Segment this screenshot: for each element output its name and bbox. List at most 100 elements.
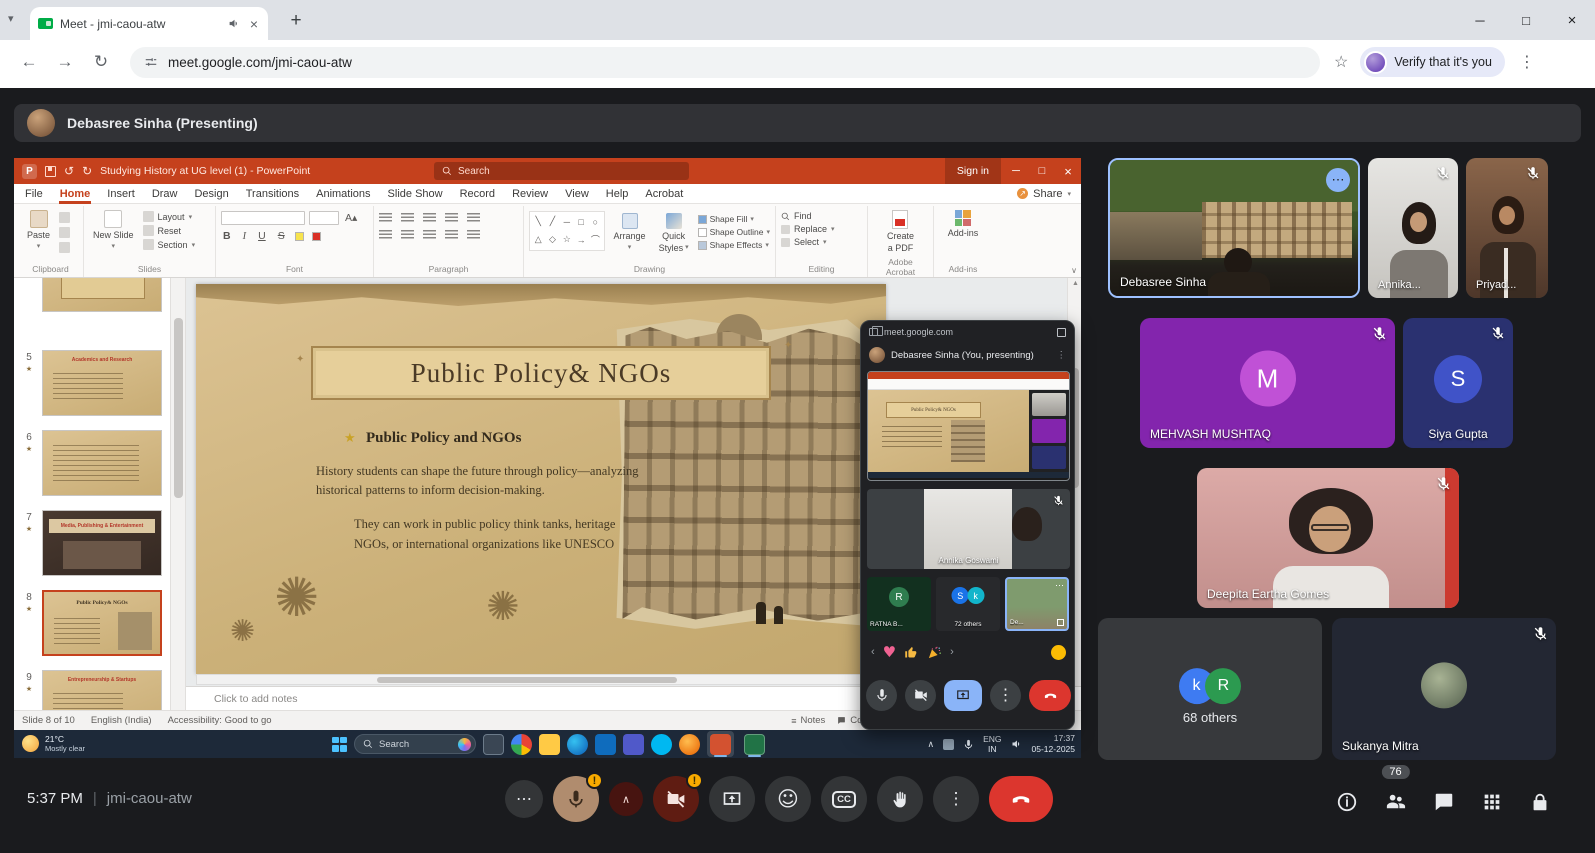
pip-main-tile[interactable]: Annika Goswami [867,489,1070,569]
reactions-prev-icon[interactable]: ‹ [871,646,875,658]
section-button[interactable]: Section▾ [143,239,196,250]
reset-button[interactable]: Reset [143,225,196,236]
font-size-combo[interactable] [309,211,339,225]
bookmark-star-icon[interactable]: ☆ [1334,52,1348,72]
tile-annika[interactable]: Annika... [1368,158,1458,298]
present-button[interactable] [709,776,755,822]
activities-button[interactable] [1481,791,1503,813]
pip-present-button[interactable] [944,680,982,711]
taskbar-app-edge-icon[interactable] [567,734,588,755]
pip-mic-button[interactable] [866,680,897,711]
pip-tile-ratna[interactable]: R RATNA B... [867,577,931,631]
pip-more-button[interactable]: ⋮ [990,680,1021,711]
align-left-icon[interactable] [379,230,392,240]
tab-audio-icon[interactable] [228,17,241,30]
menu-help[interactable]: Help [605,186,630,202]
tile-menu-icon[interactable]: ⋯ [1326,168,1350,192]
menu-draw[interactable]: Draw [151,186,179,202]
new-slide-button[interactable]: New Slide▾ [89,208,138,252]
pip-tile-self-view[interactable]: ⋯ De... [1005,577,1069,631]
font-color-icon[interactable] [312,232,321,241]
captions-button[interactable]: CC [821,776,867,822]
taskbar-app-chrome-icon[interactable] [511,734,532,755]
thumbs-up-reaction-icon[interactable] [904,645,919,660]
format-painter-icon[interactable] [59,242,70,253]
tray-volume-icon[interactable] [1011,738,1023,750]
people-button[interactable]: 76 [1384,790,1407,813]
shape-fill-button[interactable]: Shape Fill▾ [698,214,770,224]
audio-settings-chevron[interactable]: ∧ [609,782,643,816]
powerpoint-app-icon[interactable]: P [22,164,37,179]
taskbar-search[interactable]: Search [354,734,476,754]
tile-sukanya[interactable]: Sukanya Mitra [1332,618,1556,760]
menu-insert[interactable]: Insert [106,186,136,202]
ppt-maximize-button[interactable]: □ [1029,158,1055,184]
taskbar-weather[interactable]: 21°C Mostly clear [14,735,93,753]
new-tab-button[interactable]: + [282,8,310,36]
host-controls-button[interactable] [1529,791,1551,813]
pip-popout-icon[interactable] [1057,328,1066,337]
tile-mehvash[interactable]: M MEHVASH MUSHTAQ [1140,318,1395,448]
shared-screen-powerpoint[interactable]: P ↺↻ Studying History at UG level (1) - … [14,158,1081,758]
align-center-icon[interactable] [401,230,414,240]
reactions-button[interactable]: ☺ [765,776,811,822]
slide-thumbnail-7[interactable]: 7★ Media, Publishing & Entertainment [20,510,162,576]
start-button[interactable] [332,737,347,752]
pip-screenshare-thumbnail[interactable]: Public Policy& NGOs [867,371,1070,481]
pip-end-call-button[interactable] [1029,680,1071,711]
slide-thumbnail-5[interactable]: 5★ Academics and Research [20,350,162,416]
slide-thumbnail-8-selected[interactable]: 8★ Public Policy& NGOs [20,590,162,656]
copilot-icon[interactable] [458,738,471,751]
tray-clock[interactable]: 17:3705-12-2025 [1032,733,1075,754]
more-controls-button[interactable]: ⋯ [505,780,543,818]
highlight-color-icon[interactable] [295,232,304,241]
menu-slideshow[interactable]: Slide Show [387,186,444,202]
profile-chip[interactable]: Verify that it's you [1360,47,1505,77]
close-button[interactable]: × [1549,0,1595,40]
browser-menu-icon[interactable]: ⋮ [1519,52,1535,72]
create-pdf-button[interactable]: Create a PDF [883,208,918,255]
pip-self-row[interactable]: Debasree Sinha (You, presenting) ⋮ [861,343,1074,367]
taskbar-app-firefox-icon[interactable] [679,734,700,755]
party-reaction-icon[interactable] [927,645,942,660]
forward-icon[interactable]: → [50,47,80,77]
menu-transitions[interactable]: Transitions [245,186,300,202]
pip-tile-menu-icon[interactable]: ⋯ [1055,580,1064,591]
site-settings-icon[interactable] [144,55,158,69]
reload-icon[interactable]: ↻ [86,47,116,77]
strikethrough-button[interactable]: S [276,230,287,242]
shape-outline-button[interactable]: Shape Outline▾ [698,227,770,237]
arrange-button[interactable]: Arrange▾ [610,211,650,253]
pip-camera-button[interactable] [905,680,936,711]
tile-deepita[interactable]: Deepita Eartha Gomes [1197,468,1459,608]
pip-header[interactable]: meet.google.com [861,321,1074,343]
indent-decrease-icon[interactable] [423,213,436,223]
tray-hidden-icons[interactable]: ∧ [928,739,935,750]
slide-title-box[interactable]: Public Policy& NGOs [311,346,771,400]
menu-view[interactable]: View [564,186,590,202]
tile-debasree-sinha[interactable]: ⋯ Debasree Sinha [1108,158,1360,298]
mic-button[interactable]: ! [553,776,599,822]
menu-design[interactable]: Design [193,186,229,202]
current-slide[interactable]: Public Policy& NGOs ★ Public Policy and … [196,284,886,674]
numbering-icon[interactable] [401,213,414,223]
maximize-button[interactable]: □ [1503,0,1549,40]
taskbar-app-folder-icon[interactable] [539,734,560,755]
taskbar-app-outlook-icon[interactable] [595,734,616,755]
shape-effects-button[interactable]: Shape Effects▾ [698,240,770,250]
taskbar-app-groupme-icon[interactable] [651,734,672,755]
slide-thumbnail-panel[interactable]: 4★ 5★ Academics and Research 6★ 7★ Media… [14,278,171,730]
menu-review[interactable]: Review [511,186,549,202]
taskbar-app-excel[interactable] [741,731,768,757]
underline-button[interactable]: U [256,230,268,242]
reactions-next-icon[interactable]: › [950,646,954,658]
tile-68-others[interactable]: k R 68 others [1098,618,1322,760]
browser-tab[interactable]: Meet - jmi-caou-atw × [30,7,268,40]
omnibox[interactable]: meet.google.com/jmi-caou-atw [130,47,1320,78]
pip-tile-others[interactable]: S k 72 others [936,577,1000,631]
emoji-reaction-icon[interactable] [1051,645,1066,660]
collapse-ribbon-icon[interactable]: ∨ [1071,266,1077,275]
bold-button[interactable]: B [221,230,233,242]
paste-button[interactable]: Paste▾ [23,208,54,252]
back-icon[interactable]: ← [14,47,44,77]
